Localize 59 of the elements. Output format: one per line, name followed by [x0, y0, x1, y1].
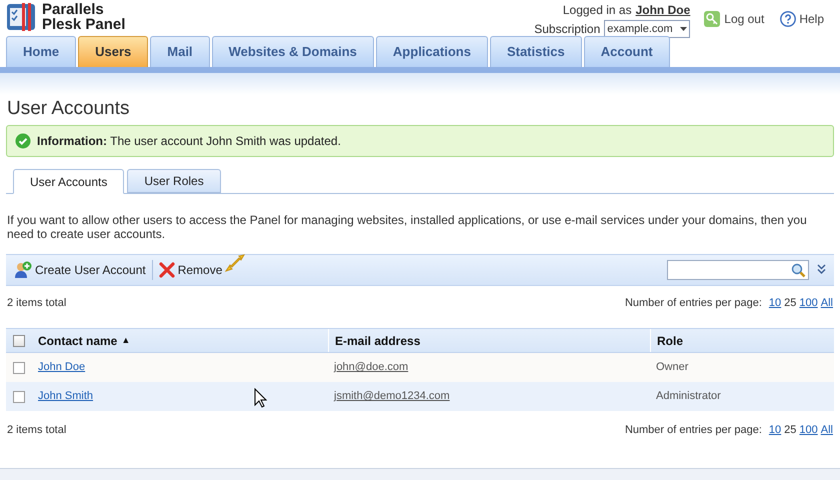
subscription-label: Subscription [534, 21, 600, 37]
row-checkbox[interactable] [13, 362, 25, 374]
pointer-arrow-icon [224, 253, 246, 273]
nav-tab[interactable]: Account [584, 36, 670, 67]
per-page-label: Number of entries per page: [624, 422, 762, 438]
key-icon [704, 11, 720, 27]
user-link[interactable]: John Doe [636, 2, 690, 18]
description-text: If you want to allow other users to access the Panel for managing websites, installed applications, or use e-mail services under your domains, then you need to create user accounts. [7, 213, 808, 241]
email-link[interactable]: john@doe.com [334, 361, 408, 374]
per-page-option[interactable]: 100 [799, 422, 818, 438]
row-checkbox[interactable] [13, 390, 25, 402]
nav-tab[interactable]: Home [6, 36, 76, 67]
search-icon [791, 262, 806, 278]
mouse-cursor-icon [254, 388, 267, 408]
nav-tab[interactable]: Websites & Domains [212, 36, 374, 67]
items-total: 2 items total [7, 296, 66, 311]
nav-tab[interactable]: Statistics [490, 36, 582, 67]
remove-button[interactable]: Remove [158, 261, 222, 279]
logged-in-label: Logged in as [562, 2, 632, 18]
contact-link[interactable]: John Smith [38, 390, 94, 402]
brand-name: Plesk Panel [42, 17, 126, 32]
per-page-label: Number of entries per page: [624, 296, 762, 311]
contact-link[interactable]: John Doe [38, 361, 86, 374]
search-field[interactable] [667, 260, 809, 280]
per-page-option[interactable]: 10 [768, 422, 782, 438]
per-page-option[interactable]: 100 [799, 294, 818, 312]
double-chevron-icon [817, 264, 826, 274]
per-page-option[interactable]: 25 [784, 422, 796, 438]
select-all-checkbox[interactable] [13, 334, 25, 346]
help-icon [780, 11, 796, 27]
column-header[interactable]: Contact name [38, 332, 118, 350]
nav-tab[interactable]: Users [78, 36, 148, 67]
column-header[interactable]: Role [657, 332, 684, 350]
create-button[interactable]: Create User Account [14, 261, 146, 279]
logo-icon [6, 2, 36, 32]
brand-name: Parallels [42, 2, 105, 17]
page-title: User Accounts [6, 97, 130, 121]
items-total: 2 items total [7, 422, 66, 438]
sub-tab[interactable]: User Roles [127, 169, 221, 193]
caret-icon [680, 27, 688, 31]
table-cell: Owner [656, 361, 688, 374]
email-link[interactable]: jsmith@demo1234.com [334, 390, 450, 402]
cross-icon [158, 262, 175, 278]
per-page-option[interactable]: All [820, 422, 833, 438]
table-cell: Administrator [656, 390, 721, 402]
help-link[interactable]: Help [780, 10, 824, 28]
logout-link[interactable]: Log out [704, 10, 764, 28]
subscription-select[interactable]: example.com [604, 20, 690, 38]
check-icon [15, 133, 31, 149]
nav-tab[interactable]: Applications [376, 36, 488, 67]
add-user-icon [14, 261, 32, 279]
column-header[interactable]: E-mail address [335, 332, 420, 350]
nav-tab[interactable]: Mail [150, 36, 210, 67]
info-message: Information: The user account John Smith was updated. [6, 125, 834, 157]
per-page-option[interactable]: 10 [768, 294, 782, 312]
per-page-option[interactable]: 25 [784, 294, 796, 312]
sort-indicator: ▲ [121, 334, 130, 347]
sub-tab[interactable]: User Accounts [13, 169, 124, 194]
per-page-option[interactable]: All [820, 294, 833, 312]
